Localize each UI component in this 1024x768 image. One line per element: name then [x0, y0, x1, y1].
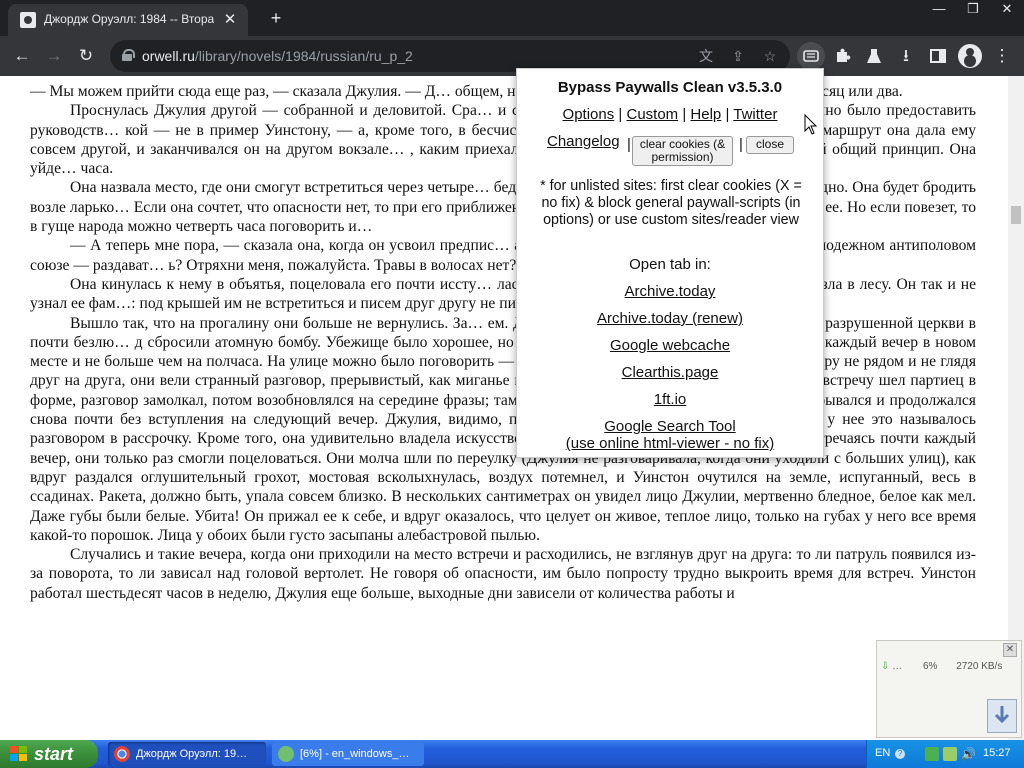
- url-path: /library/novels/1984/russian/ru_p_2: [194, 48, 413, 64]
- online-html-viewer-link[interactable]: (use online html-viewer - no fix): [517, 435, 823, 452]
- url-text[interactable]: orwell.ru/library/novels/1984/russian/ru…: [142, 48, 413, 64]
- article-paragraph: — А теперь мне пора, — сказала она, когд…: [30, 237, 976, 274]
- new-tab-button[interactable]: +: [264, 6, 288, 30]
- download-icon[interactable]: ⭳: [892, 42, 920, 70]
- clearthis-page-link[interactable]: Clearthis.page: [517, 364, 823, 381]
- download-manager-icon: [278, 746, 294, 762]
- taskbar-item-chrome[interactable]: Джордж Оруэлл: 19…: [108, 742, 266, 766]
- windows-flag-icon: [10, 746, 27, 761]
- mouse-pointer-icon: [804, 114, 818, 135]
- taskbar-item-download[interactable]: [6%] - en_windows_…: [272, 742, 424, 766]
- menu-kebab-icon[interactable]: ⋮: [988, 42, 1016, 70]
- custom-link[interactable]: Custom: [626, 106, 678, 123]
- profile-avatar-icon[interactable]: [958, 44, 982, 68]
- download-arrow-icon: ⇩: [881, 661, 890, 672]
- article-paragraph: Проснулась Джулия другой — собранной и д…: [30, 102, 976, 178]
- site-favicon-icon: [20, 12, 36, 28]
- extensions-puzzle-icon[interactable]: [828, 42, 856, 70]
- bookmark-star-icon[interactable]: ☆: [758, 44, 782, 68]
- popup-close-button[interactable]: close: [746, 136, 794, 154]
- download-widget-close-icon[interactable]: ✕: [1003, 643, 1017, 657]
- volume-icon[interactable]: 🔊: [961, 747, 976, 761]
- article-text: — Мы можем прийти сюда еще раз, — сказал…: [30, 82, 976, 603]
- separator: |: [682, 106, 687, 123]
- maximize-button[interactable]: ❐: [956, 0, 990, 20]
- window-close-button[interactable]: ✕: [990, 0, 1024, 20]
- scrollbar-thumb[interactable]: [1011, 206, 1021, 224]
- download-status-row: ⇩ … 6% 2720 KB/s: [881, 661, 1019, 672]
- downloaded-file-icon[interactable]: [987, 699, 1017, 733]
- taskbar-item-label: Джордж Оруэлл: 19…: [136, 748, 248, 760]
- 1ft-io-link[interactable]: 1ft.io: [517, 391, 823, 408]
- bypass-paywalls-popup: Bypass Paywalls Clean v3.5.3.0 Options |…: [516, 68, 824, 458]
- separator: |: [618, 106, 623, 123]
- tab-strip: Джордж Оруэлл: 1984 -- Вторая ✕ + — ❐ ✕: [0, 0, 1024, 36]
- article-paragraph: Вышло так, что на прогалину они больше н…: [30, 314, 976, 544]
- download-speed: 2720 KB/s: [956, 661, 1003, 672]
- windows-taskbar: start Джордж Оруэлл: 19… [6%] - en_windo…: [0, 740, 1024, 768]
- download-dots: …: [892, 661, 903, 672]
- archive-today-renew-link[interactable]: Archive.today (renew): [517, 310, 823, 327]
- browser-toolbar: ← → ↻ orwell.ru/library/novels/1984/russ…: [0, 36, 1024, 76]
- chrome-icon: [114, 746, 130, 762]
- separator: |: [627, 136, 631, 153]
- help-icon[interactable]: ?: [895, 749, 905, 759]
- taskbar-item-label: [6%] - en_windows_…: [300, 748, 410, 760]
- popup-title: Bypass Paywalls Clean v3.5.3.0: [557, 79, 783, 96]
- lock-icon[interactable]: [122, 49, 135, 61]
- tab-orwell[interactable]: Джордж Оруэлл: 1984 -- Вторая ✕: [8, 4, 248, 36]
- article-paragraph: — Мы можем прийти сюда еще раз, — сказал…: [30, 83, 903, 100]
- separator: |: [725, 106, 730, 123]
- unlisted-sites-note: * for unlisted sites: first clear cookie…: [540, 178, 802, 228]
- clock: 15:27: [983, 747, 1011, 759]
- start-button[interactable]: start: [0, 740, 98, 768]
- article-paragraph: Она кинулась к нему в объятья, поцеловал…: [30, 275, 976, 313]
- twitter-link[interactable]: Twitter: [733, 106, 777, 123]
- reload-icon[interactable]: ↻: [72, 42, 100, 70]
- tab-close-icon[interactable]: ✕: [220, 10, 240, 30]
- separator: |: [739, 136, 743, 153]
- page-content: — Мы можем прийти сюда еще раз, — сказал…: [0, 76, 1008, 740]
- back-arrow-icon[interactable]: ←: [8, 42, 36, 70]
- tab-title: Джордж Оруэлл: 1984 -- Вторая: [44, 12, 214, 26]
- translate-icon[interactable]: 文: [694, 44, 718, 68]
- options-link[interactable]: Options: [563, 106, 615, 123]
- open-tab-label: Open tab in:: [629, 256, 711, 273]
- bypass-paywalls-extension-icon[interactable]: [797, 42, 825, 70]
- system-tray: EN ? 🔊 15:27: [866, 740, 1024, 768]
- google-search-tool-link[interactable]: Google Search Tool: [517, 418, 823, 435]
- url-host: orwell.ru: [142, 48, 195, 64]
- clear-cookies-button[interactable]: clear cookies (& permission): [632, 136, 733, 166]
- article-paragraph: Случались и такие вечера, когда они прих…: [30, 546, 976, 602]
- side-panel-icon[interactable]: [924, 42, 952, 70]
- labs-flask-icon[interactable]: [860, 42, 888, 70]
- language-indicator[interactable]: EN: [875, 747, 890, 759]
- network-icon[interactable]: [925, 747, 939, 761]
- forward-arrow-icon[interactable]: →: [40, 42, 68, 70]
- download-progress-widget: ✕ ⇩ … 6% 2720 KB/s: [876, 640, 1022, 738]
- download-percent: 6%: [922, 661, 938, 672]
- tray-app-icon[interactable]: [943, 747, 957, 761]
- share-icon[interactable]: ⇪: [726, 44, 750, 68]
- start-label: start: [34, 744, 74, 764]
- popup-links-row: Options | Custom | Help | Twitter: [517, 106, 823, 123]
- help-link[interactable]: Help: [690, 106, 721, 123]
- article-paragraph: Она назвала место, где они смогут встрет…: [30, 179, 976, 236]
- google-webcache-link[interactable]: Google webcache: [517, 337, 823, 354]
- archive-today-link[interactable]: Archive.today: [517, 283, 823, 300]
- changelog-link[interactable]: Changelog: [547, 133, 620, 150]
- minimize-button[interactable]: —: [922, 0, 956, 20]
